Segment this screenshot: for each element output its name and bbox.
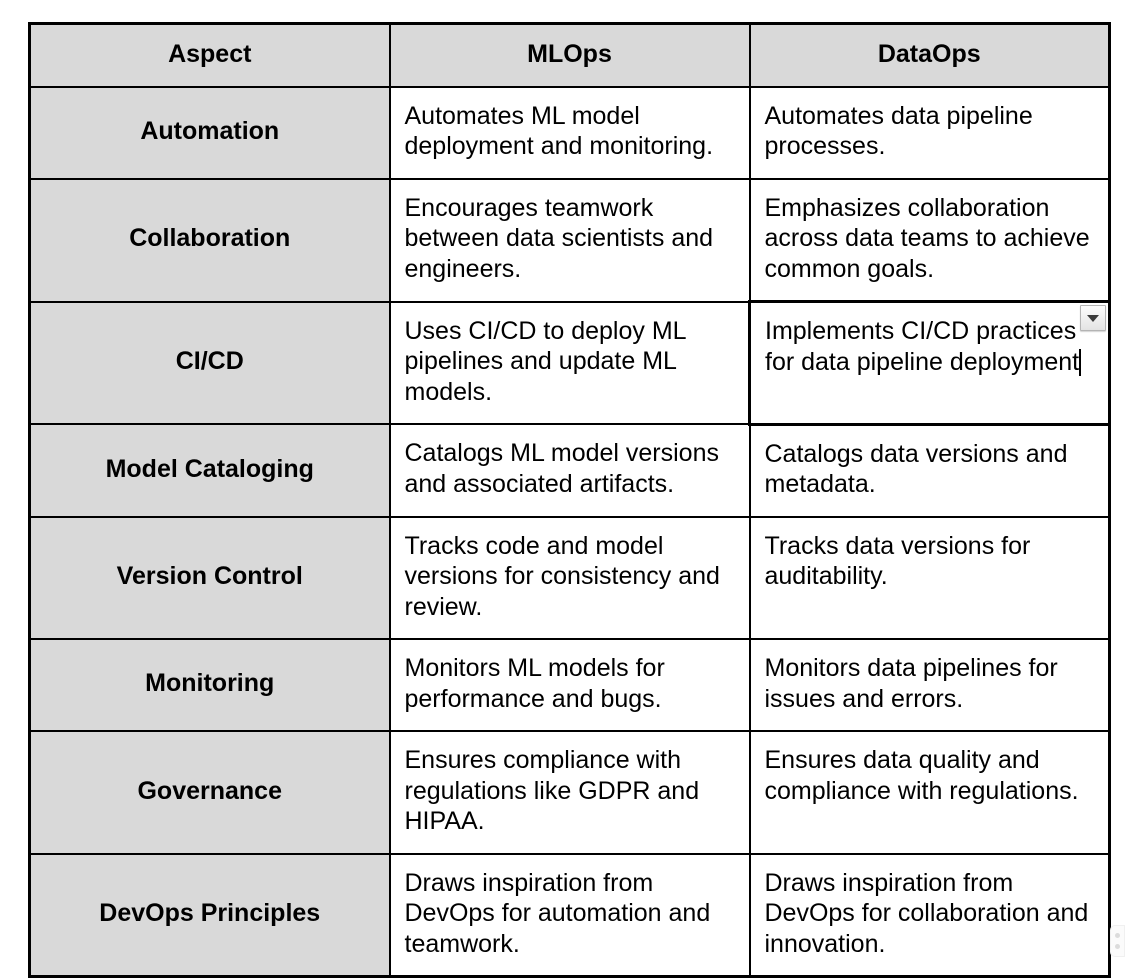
column-header-aspect[interactable]: Aspect	[28, 22, 391, 88]
header-row: Aspect MLOps DataOps	[28, 22, 1111, 88]
table-row: Monitoring Monitors ML models for perfor…	[28, 638, 1111, 732]
comparison-table-container: Aspect MLOps DataOps Automation Automate…	[28, 22, 1111, 978]
cell-mlops[interactable]: Encourages teamwork between data scienti…	[388, 177, 751, 303]
chevron-down-icon[interactable]	[1080, 305, 1106, 331]
column-header-mlops[interactable]: MLOps	[388, 22, 751, 88]
cell-aspect[interactable]: Model Cataloging	[28, 423, 391, 518]
cell-aspect[interactable]: Automation	[28, 85, 391, 180]
cell-mlops[interactable]: Monitors ML models for performance and b…	[388, 638, 751, 732]
table-body: Automation Automates ML model deployment…	[28, 85, 1111, 978]
cell-dataops-text: Implements CI/CD practices for data pipe…	[765, 316, 1098, 377]
table-row: Model Cataloging Catalogs ML model versi…	[28, 423, 1111, 518]
cell-mlops[interactable]: Tracks code and model versions for consi…	[388, 515, 751, 640]
table-row: Collaboration Encourages teamwork betwee…	[28, 177, 1111, 303]
cell-mlops[interactable]: Ensures compliance with regulations like…	[388, 730, 751, 855]
table-row: DevOps Principles Draws inspiration from…	[28, 852, 1111, 978]
cell-mlops[interactable]: Automates ML model deployment and monito…	[388, 85, 751, 180]
cell-dataops-value: Implements CI/CD practices for data pipe…	[765, 317, 1080, 376]
text-caret	[1079, 348, 1082, 376]
cell-dataops-editing[interactable]: Implements CI/CD practices for data pipe…	[748, 300, 1111, 426]
table-row: CI/CD Uses CI/CD to deploy ML pipelines …	[28, 300, 1111, 426]
cell-mlops[interactable]: Uses CI/CD to deploy ML pipelines and up…	[388, 300, 751, 425]
table-row: Automation Automates ML model deployment…	[28, 85, 1111, 180]
chevron-down-glyph	[1087, 314, 1099, 322]
mlops-dataops-comparison-table: Aspect MLOps DataOps Automation Automate…	[28, 22, 1111, 978]
grip-dot	[1115, 933, 1120, 938]
cell-dataops[interactable]: Catalogs data versions and metadata.	[748, 423, 1111, 518]
cell-dataops[interactable]: Ensures data quality and compliance with…	[748, 730, 1111, 855]
cell-mlops[interactable]: Draws inspiration from DevOps for automa…	[388, 852, 751, 978]
cell-aspect[interactable]: Collaboration	[28, 177, 391, 303]
cell-mlops[interactable]: Catalogs ML model versions and associate…	[388, 423, 751, 518]
cell-aspect[interactable]: Version Control	[28, 515, 391, 640]
column-header-dataops[interactable]: DataOps	[748, 22, 1111, 88]
cell-dataops[interactable]: Automates data pipeline processes.	[748, 85, 1111, 180]
drag-grip-icon[interactable]	[1110, 925, 1125, 957]
cell-dataops[interactable]: Monitors data pipelines for issues and e…	[748, 638, 1111, 732]
cell-aspect[interactable]: DevOps Principles	[28, 852, 391, 978]
grip-dot	[1115, 944, 1120, 949]
cell-aspect[interactable]: CI/CD	[28, 300, 391, 425]
cell-dataops[interactable]: Draws inspiration from DevOps for collab…	[748, 852, 1111, 978]
table-row: Governance Ensures compliance with regul…	[28, 730, 1111, 855]
cell-dataops[interactable]: Emphasizes collaboration across data tea…	[748, 177, 1111, 303]
table-row: Version Control Tracks code and model ve…	[28, 515, 1111, 640]
cell-aspect[interactable]: Governance	[28, 730, 391, 855]
table-header: Aspect MLOps DataOps	[28, 22, 1111, 88]
cell-aspect[interactable]: Monitoring	[28, 638, 391, 732]
cell-dataops[interactable]: Tracks data versions for auditability.	[748, 515, 1111, 640]
